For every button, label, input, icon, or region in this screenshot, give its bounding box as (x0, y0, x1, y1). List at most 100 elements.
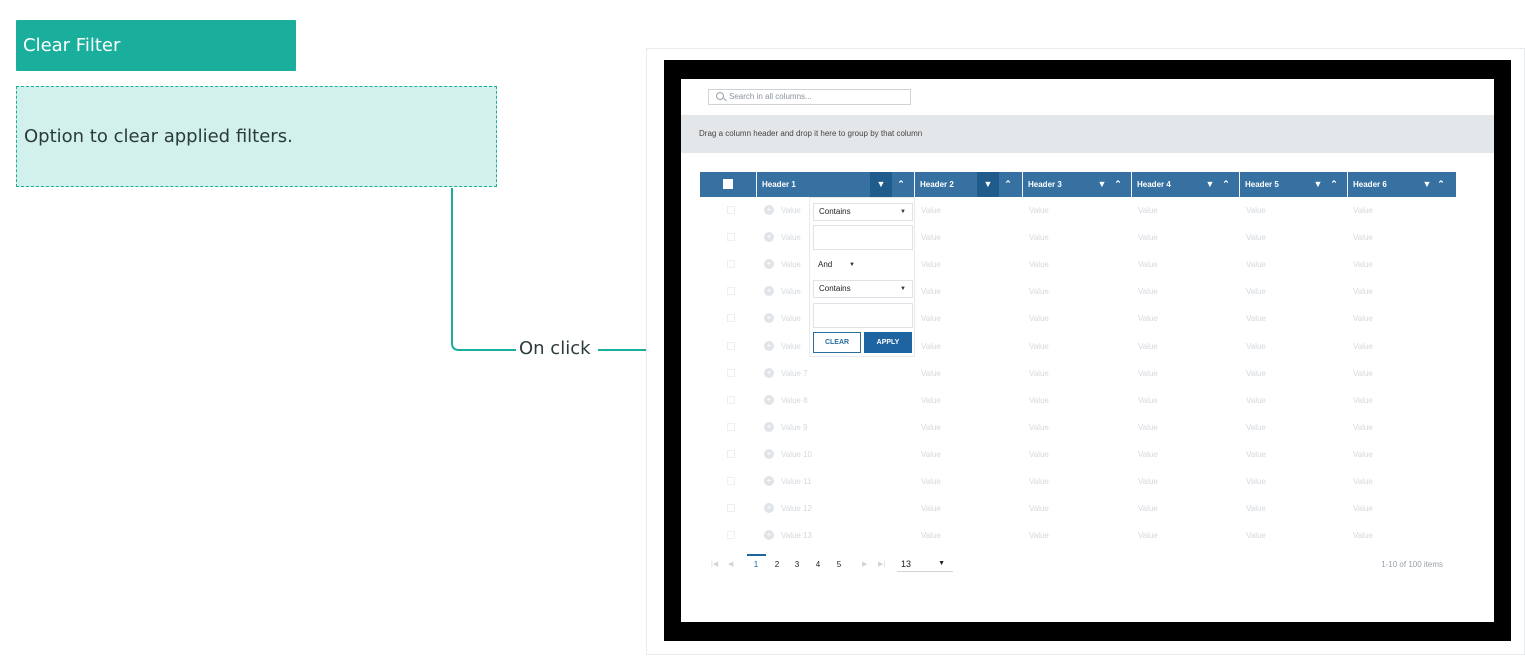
sort-icon[interactable]: ⌃ (1001, 172, 1015, 197)
filter-icon[interactable]: ▼ (1091, 172, 1113, 197)
table-cell: Value (781, 260, 801, 270)
table-row[interactable]: + Value 11 Value Value Value Value Value (700, 468, 1456, 495)
table-cell: Value (1246, 477, 1266, 486)
page-number[interactable]: 4 (812, 560, 824, 569)
sort-icon[interactable]: ⌃ (894, 172, 908, 197)
row-checkbox[interactable] (727, 422, 735, 431)
column-header-5[interactable]: Header 5 ▼ ⌃ (1240, 172, 1348, 197)
row-checkbox[interactable] (727, 233, 735, 242)
expand-icon[interactable]: + (764, 232, 774, 243)
row-checkbox[interactable] (727, 287, 735, 296)
filter-operator-select-2[interactable]: Contains ▼ (813, 280, 913, 298)
filter-logic-select[interactable]: And ▼ (813, 257, 863, 275)
table-cell: Value (781, 206, 801, 215)
row-checkbox[interactable] (727, 477, 735, 485)
filter-value-input-2[interactable] (813, 303, 913, 328)
pagination-info: 1-10 of 100 items (1381, 560, 1443, 569)
expand-icon[interactable]: + (764, 503, 774, 514)
row-checkbox[interactable] (727, 449, 735, 458)
expand-icon[interactable]: + (764, 476, 774, 486)
table-row[interactable]: + Value 12 Value Value Value Value Value (700, 495, 1456, 522)
group-by-panel[interactable]: Drag a column header and drop it here to… (681, 115, 1494, 153)
pagination: |◀ ◀ 1 2 3 4 5 ▶ ▶| 13 ▼ 1-10 of 100 ite… (700, 554, 1456, 576)
table-cell: Value (1353, 287, 1373, 297)
table-cell: Value (921, 260, 941, 270)
next-page-icon[interactable]: ▶ (862, 560, 867, 568)
table-cell: Value 7 (781, 368, 808, 378)
filter-icon[interactable]: ▼ (1307, 172, 1329, 197)
column-header-label: Header 4 (1137, 180, 1171, 189)
table-row[interactable]: + Value 10 Value Value Value Value Value (700, 441, 1456, 468)
prev-page-icon[interactable]: ◀ (728, 560, 733, 568)
expand-icon[interactable]: + (764, 259, 774, 270)
column-header-4[interactable]: Header 4 ▼ ⌃ (1132, 172, 1240, 197)
expand-icon[interactable]: + (764, 286, 774, 297)
table-cell: Value (1353, 395, 1373, 405)
row-checkbox[interactable] (727, 260, 735, 269)
table-cell: Value (1246, 287, 1266, 297)
table-cell: Value (1353, 314, 1373, 324)
expand-icon[interactable]: + (764, 367, 774, 378)
select-all-checkbox[interactable] (723, 179, 733, 189)
column-header-6[interactable]: Header 6 ▼ ⌃ (1348, 172, 1455, 197)
caret-down-icon: ▼ (938, 560, 945, 567)
row-checkbox[interactable] (727, 341, 735, 350)
table-cell: Value (1138, 504, 1158, 514)
table-cell: Value (1138, 341, 1158, 351)
search-input[interactable]: Search in all columns... (708, 89, 911, 105)
sort-icon[interactable]: ⌃ (1111, 172, 1125, 197)
row-checkbox[interactable] (727, 395, 735, 404)
expand-icon[interactable]: + (764, 313, 774, 324)
table-row[interactable]: + Value 13 Value Value Value Value Value (700, 522, 1456, 549)
sort-icon[interactable]: ⌃ (1327, 172, 1341, 197)
filter-operator-value: Contains (819, 207, 851, 216)
filter-icon[interactable]: ▼ (977, 172, 999, 197)
table-cell: Value (1029, 287, 1049, 297)
column-header-3[interactable]: Header 3 ▼ ⌃ (1023, 172, 1132, 197)
filter-icon[interactable]: ▼ (870, 172, 892, 197)
last-page-icon[interactable]: ▶| (878, 560, 885, 568)
table-cell: Value (1029, 314, 1049, 324)
table-cell: Value 11 (781, 477, 812, 486)
expand-icon[interactable]: + (764, 421, 774, 432)
first-page-icon[interactable]: |◀ (711, 560, 718, 568)
page-size-select[interactable]: 13 ▼ (897, 557, 953, 572)
expand-icon[interactable]: + (764, 530, 774, 541)
row-checkbox[interactable] (727, 368, 735, 377)
page-number[interactable]: 3 (791, 560, 803, 569)
table-row[interactable]: + Value 7 Value Value Value Value Value (700, 360, 1456, 387)
table-cell: Value (1353, 449, 1373, 459)
table-cell: Value (1353, 504, 1373, 514)
search-placeholder: Search in all columns... (729, 92, 812, 101)
sort-icon[interactable]: ⌃ (1219, 172, 1233, 197)
sort-icon[interactable]: ⌃ (1434, 172, 1448, 197)
column-header-1[interactable]: Header 1 ▼ ⌃ (757, 172, 915, 197)
filter-value-input[interactable] (813, 225, 913, 250)
apply-filter-button[interactable]: APPLY (864, 332, 912, 353)
column-header-label: Header 5 (1245, 180, 1279, 189)
table-cell: Value (1353, 368, 1373, 378)
table-cell: Value (1246, 449, 1266, 459)
table-cell: Value (1138, 477, 1158, 486)
data-grid-app: Search in all columns... Drag a column h… (681, 79, 1494, 622)
column-header-2[interactable]: Header 2 ▼ ⌃ (915, 172, 1023, 197)
clear-filter-button[interactable]: CLEAR (813, 332, 861, 353)
filter-operator-select[interactable]: Contains ▼ (813, 203, 913, 221)
table-cell: Value (1138, 206, 1158, 215)
row-checkbox[interactable] (727, 314, 735, 323)
page-number[interactable]: 2 (771, 560, 783, 569)
table-cell: Value (1246, 422, 1266, 432)
expand-icon[interactable]: + (764, 448, 774, 459)
expand-icon[interactable]: + (764, 394, 774, 405)
page-number[interactable]: 1 (750, 560, 762, 569)
table-row[interactable]: + Value 9 Value Value Value Value Value (700, 414, 1456, 441)
expand-icon[interactable]: + (764, 205, 774, 215)
expand-icon[interactable]: + (764, 340, 774, 351)
table-cell: Value (1353, 260, 1373, 270)
table-row[interactable]: + Value 8 Value Value Value Value Value (700, 387, 1456, 414)
filter-icon[interactable]: ▼ (1199, 172, 1221, 197)
row-checkbox[interactable] (727, 504, 735, 513)
row-checkbox[interactable] (727, 206, 735, 214)
row-checkbox[interactable] (727, 531, 735, 540)
page-number[interactable]: 5 (833, 560, 845, 569)
